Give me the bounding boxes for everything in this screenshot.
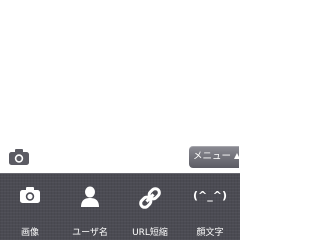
camera-icon (20, 187, 40, 203)
username-button-label: ユーザ名 (72, 228, 108, 238)
bottom-toolbar: 画像 ユーザ名 URL短縮 (^_^) 顔文字 (0, 173, 240, 240)
user-icon (81, 186, 99, 207)
camera-icon[interactable] (8, 148, 30, 166)
chevron-up-icon (234, 152, 241, 159)
username-button[interactable]: ユーザ名 (60, 174, 120, 240)
image-button-label: 画像 (20, 228, 39, 238)
emoticon-icon: (^_^) (193, 189, 227, 202)
menu-toggle-label: メニュー (193, 151, 232, 162)
compose-text-area[interactable] (0, 0, 240, 143)
link-icon (139, 187, 161, 209)
shorten-url-button-label: URL短縮 (132, 228, 168, 238)
menu-toggle-button[interactable]: メニュー (189, 146, 241, 168)
emoticon-button[interactable]: (^_^) 顔文字 (180, 174, 240, 240)
emoticon-button-label: 顔文字 (196, 228, 224, 238)
image-button[interactable]: 画像 (0, 174, 60, 240)
shorten-url-button[interactable]: URL短縮 (120, 174, 180, 240)
